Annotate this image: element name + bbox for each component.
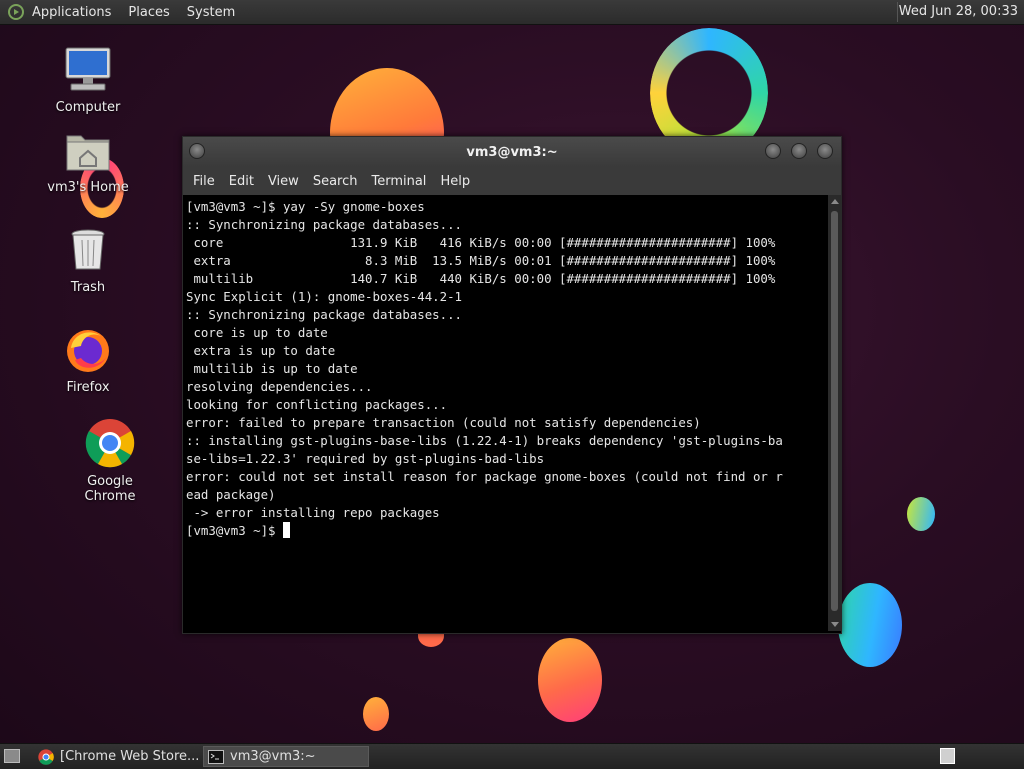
menu-file[interactable]: File xyxy=(193,174,215,189)
wallpaper-shape xyxy=(907,497,935,531)
desktop-icon-label: vm3's Home xyxy=(47,180,129,195)
terminal-scrollbar[interactable] xyxy=(828,195,841,631)
terminal-line: :: Synchronizing package databases... xyxy=(186,307,463,322)
terminal-line: core is up to date xyxy=(186,325,328,340)
wallpaper-shape xyxy=(363,697,389,731)
taskbar-item-label: [Chrome Web Store... xyxy=(60,749,200,764)
menu-places[interactable]: Places xyxy=(128,5,169,20)
close-button[interactable] xyxy=(817,143,833,159)
terminal-output[interactable]: [vm3@vm3 ~]$ yay -Sy gnome-boxes:: Synch… xyxy=(186,198,826,630)
terminal-line: :: Synchronizing package databases... xyxy=(186,217,463,232)
desktop-icon-trash[interactable]: Trash xyxy=(38,228,138,295)
show-desktop-button[interactable] xyxy=(4,749,20,763)
desktop-icon-home[interactable]: vm3's Home xyxy=(38,128,138,195)
distro-logo-icon[interactable] xyxy=(8,4,24,20)
home-folder-icon xyxy=(66,135,110,171)
scroll-up-arrow-icon[interactable] xyxy=(831,199,839,204)
desktop-icon-firefox[interactable]: Firefox xyxy=(38,326,138,395)
terminal-line: se-libs=1.22.3' required by gst-plugins-… xyxy=(186,451,545,466)
computer-icon xyxy=(65,47,111,91)
terminal-line: error: failed to prepare transaction (co… xyxy=(186,415,701,430)
terminal-line: multilib is up to date xyxy=(186,361,358,376)
terminal-window[interactable]: vm3@vm3:~ File Edit View Search Terminal… xyxy=(182,136,842,634)
desktop-icon-label: Computer xyxy=(55,100,121,115)
window-titlebar[interactable]: vm3@vm3:~ xyxy=(183,137,841,167)
bottom-panel: [Chrome Web Store... vm3@vm3:~ xyxy=(0,743,1024,769)
chrome-icon xyxy=(85,419,135,468)
terminal-line: [vm3@vm3 ~]$ yay -Sy gnome-boxes xyxy=(186,199,425,214)
scroll-down-arrow-icon[interactable] xyxy=(831,622,839,627)
desktop-icon-label: Trash xyxy=(70,280,106,295)
chrome-icon xyxy=(38,748,54,765)
terminal-line: extra 8.3 MiB 13.5 MiB/s 00:01 [########… xyxy=(186,253,776,268)
firefox-icon xyxy=(67,330,109,372)
menu-edit[interactable]: Edit xyxy=(229,174,254,189)
text-cursor xyxy=(282,522,290,538)
terminal-line: resolving dependencies... xyxy=(186,379,373,394)
desktop-icon-chrome[interactable]: Google Chrome xyxy=(60,418,160,504)
wallpaper-shape xyxy=(838,583,902,667)
terminal-menubar: File Edit View Search Terminal Help xyxy=(183,167,841,195)
menu-terminal[interactable]: Terminal xyxy=(371,174,426,189)
menu-help[interactable]: Help xyxy=(440,174,470,189)
terminal-line: multilib 140.7 KiB 440 KiB/s 00:00 [####… xyxy=(186,271,776,286)
trash-icon xyxy=(71,229,105,270)
terminal-line: :: installing gst-plugins-base-libs (1.2… xyxy=(186,433,783,448)
terminal-line: core 131.9 KiB 416 KiB/s 00:00 [########… xyxy=(186,235,776,250)
menu-search[interactable]: Search xyxy=(313,174,358,189)
desktop-icon-computer[interactable]: Computer xyxy=(38,46,138,115)
terminal-line: -> error installing repo packages xyxy=(186,505,440,520)
clock[interactable]: Wed Jun 28, 00:33 xyxy=(899,4,1018,19)
terminal-prompt-line[interactable]: [vm3@vm3 ~]$ xyxy=(186,522,826,540)
terminal-line: ead package) xyxy=(186,487,276,502)
menu-view[interactable]: View xyxy=(268,174,299,189)
workspace-switcher[interactable] xyxy=(940,748,955,764)
terminal-line: extra is up to date xyxy=(186,343,336,358)
maximize-button[interactable] xyxy=(791,143,807,159)
desktop-icon-label: Firefox xyxy=(66,380,110,395)
menu-applications[interactable]: Applications xyxy=(32,5,111,20)
terminal-line: Sync Explicit (1): gnome-boxes-44.2-1 xyxy=(186,289,463,304)
taskbar-item-chrome[interactable]: [Chrome Web Store... xyxy=(34,746,200,767)
window-title: vm3@vm3:~ xyxy=(466,145,558,160)
menu-system[interactable]: System xyxy=(187,5,235,20)
top-panel: Applications Places System Wed Jun 28, 0… xyxy=(0,0,1024,25)
wallpaper-shape xyxy=(538,638,602,722)
scrollbar-thumb[interactable] xyxy=(831,211,838,611)
terminal-line: looking for conflicting packages... xyxy=(186,397,448,412)
terminal-icon xyxy=(208,749,224,764)
terminal-line: error: could not set install reason for … xyxy=(186,469,783,484)
terminal-prompt: [vm3@vm3 ~]$ xyxy=(186,523,283,538)
taskbar-item-terminal[interactable]: vm3@vm3:~ xyxy=(203,746,369,767)
minimize-button[interactable] xyxy=(765,143,781,159)
desktop-icon-label: Google Chrome xyxy=(84,474,136,504)
taskbar-item-label: vm3@vm3:~ xyxy=(230,749,316,764)
